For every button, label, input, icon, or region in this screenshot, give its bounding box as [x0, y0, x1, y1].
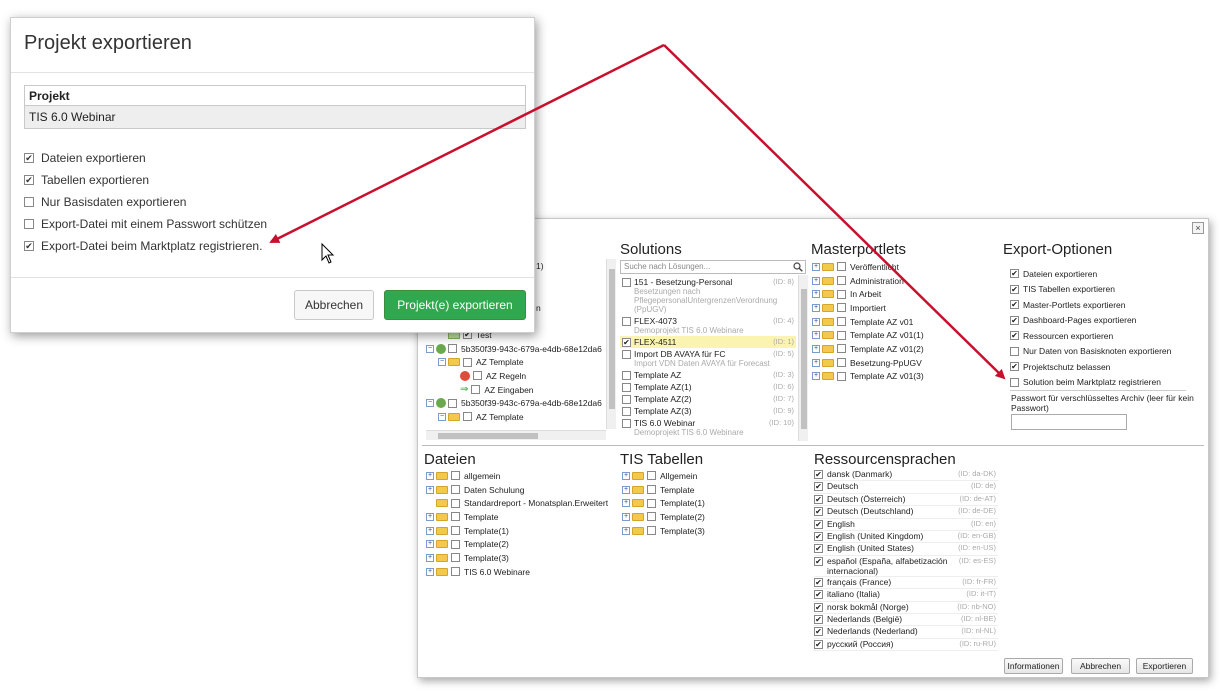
- mouse-cursor-icon: [321, 242, 335, 264]
- annotation-arrows: [269, 43, 1006, 380]
- arrow-to-dialog-option: [269, 43, 665, 244]
- arrow-to-window-option: [663, 44, 1006, 380]
